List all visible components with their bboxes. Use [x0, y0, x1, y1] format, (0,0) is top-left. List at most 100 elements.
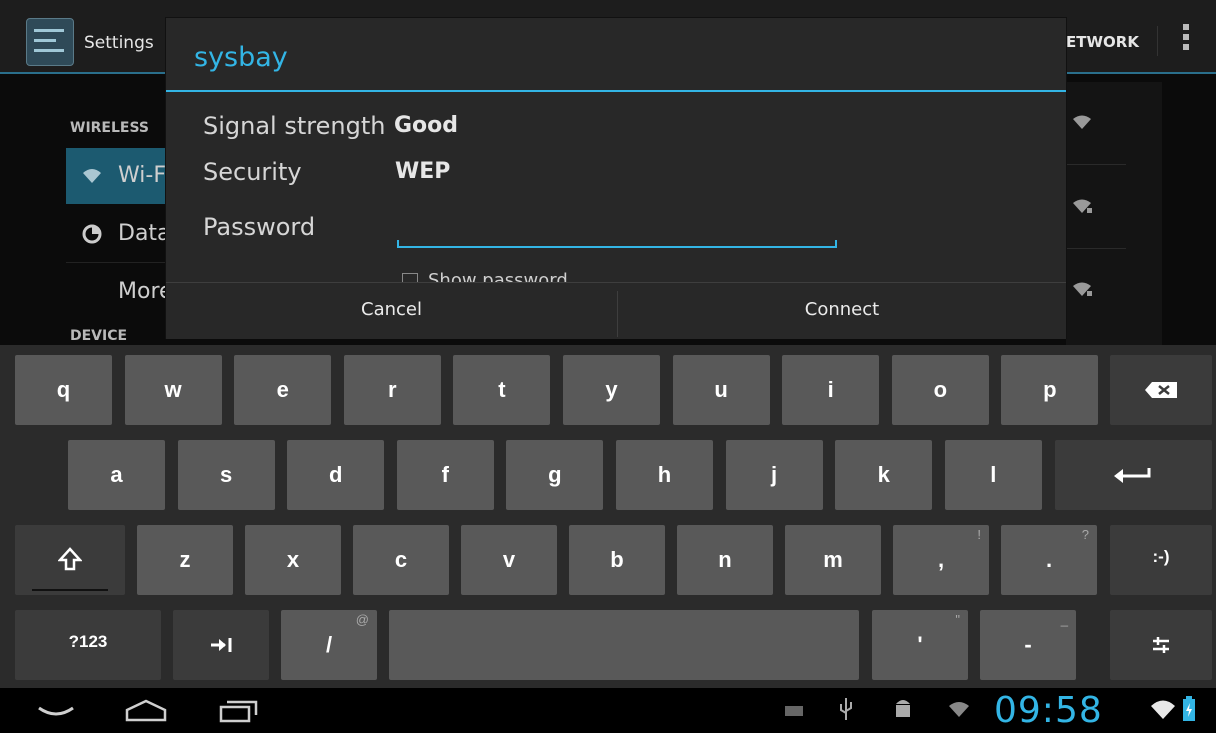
key-t[interactable]: t	[453, 355, 551, 425]
key-hint: "	[955, 612, 960, 627]
key-hint: ?	[1081, 527, 1089, 542]
key-r[interactable]: r	[343, 355, 441, 425]
key-label: '	[917, 632, 923, 657]
key-w[interactable]: w	[124, 355, 222, 425]
key-dash[interactable]: - _	[980, 610, 1076, 680]
key-label: ?123	[68, 632, 108, 651]
enter-key[interactable]	[1055, 440, 1212, 510]
back-down-icon[interactable]	[36, 702, 76, 722]
key-label: s	[219, 462, 233, 487]
soft-keyboard: q w e r t y u i o p a s d f g h j k l z x c v b n m,!.?:-) ?123/@ '…	[0, 345, 1216, 688]
usb-icon	[840, 698, 852, 720]
key-a[interactable]: a	[68, 440, 165, 510]
add-network-button[interactable]: ETWORK	[1066, 33, 1139, 51]
recent-apps-icon[interactable]	[218, 698, 260, 724]
security-label: Security	[203, 158, 302, 186]
settings-sliders-icon	[1153, 637, 1169, 653]
connect-button[interactable]: Connect	[618, 283, 1066, 339]
key-q[interactable]: q	[15, 355, 112, 425]
sidebar-item-label: Wi-Fi	[118, 163, 171, 188]
show-password-label: Show password	[428, 270, 568, 282]
key-label: m	[823, 547, 843, 572]
key-period[interactable]: .?	[1001, 525, 1097, 595]
key-label: x	[286, 547, 300, 572]
wifi-icon	[83, 169, 101, 183]
wifi-connect-dialog: sysbay Signal strength Good Security WEP…	[166, 18, 1066, 339]
key-label: a	[110, 462, 123, 487]
security-value: WEP	[395, 159, 451, 184]
list-divider	[1066, 248, 1126, 249]
wifi-status-icon	[949, 702, 969, 717]
key-m[interactable]: m	[785, 525, 881, 595]
key-apostrophe[interactable]: ' "	[872, 610, 968, 680]
key-label: e	[276, 377, 289, 402]
input-edge-right	[835, 240, 837, 248]
key-label: q	[56, 377, 71, 402]
key-z[interactable]: z	[137, 525, 233, 595]
key-slash[interactable]: / @	[281, 610, 377, 680]
shift-underline	[32, 589, 108, 591]
tab-icon	[211, 638, 232, 652]
dialog-button-bar: Cancel Connect	[166, 282, 1066, 339]
app-title: Settings	[84, 33, 154, 53]
dialog-title-divider	[166, 90, 1066, 92]
key-n[interactable]: n	[677, 525, 773, 595]
input-edge-left	[397, 240, 399, 248]
sidebar-item-label: More	[118, 279, 173, 304]
key-g[interactable]: g	[506, 440, 604, 510]
key-j[interactable]: j	[725, 440, 823, 510]
key-label: .	[1045, 547, 1053, 572]
shift-key[interactable]	[15, 525, 125, 595]
key-comma[interactable]: ,!	[893, 525, 989, 595]
overflow-menu-icon[interactable]	[1183, 24, 1191, 58]
key-h[interactable]: h	[616, 440, 713, 510]
key-label: u	[714, 377, 728, 402]
key-y[interactable]: y	[563, 355, 660, 425]
key-label: ,	[937, 547, 945, 572]
key-label: k	[877, 462, 890, 487]
key-label: w	[164, 377, 182, 402]
keyboard-settings-key[interactable]	[1110, 610, 1212, 680]
backspace-icon	[1145, 382, 1177, 398]
android-debug-icon	[896, 700, 910, 717]
wifi-locked-icon	[1073, 199, 1092, 213]
key-k[interactable]: k	[835, 440, 933, 510]
key-label: z	[179, 547, 191, 572]
key-o[interactable]: o	[891, 355, 989, 425]
signal-strength-value: Good	[394, 113, 459, 138]
symbols-key[interactable]: ?123	[15, 610, 161, 680]
key-c[interactable]: c	[353, 525, 449, 595]
password-label: Password	[203, 213, 316, 241]
smiley-key[interactable]: :-)	[1110, 525, 1212, 595]
list-divider	[1066, 164, 1126, 165]
key-hint: @	[355, 612, 369, 627]
key-p[interactable]: p	[1001, 355, 1099, 425]
dialog-title: sysbay	[194, 42, 288, 73]
settings-app-icon[interactable]	[26, 18, 74, 66]
key-d[interactable]: d	[287, 440, 385, 510]
battery-charging-icon	[1183, 696, 1195, 721]
key-u[interactable]: u	[672, 355, 770, 425]
tab-key[interactable]	[173, 610, 269, 680]
key-l[interactable]: l	[944, 440, 1042, 510]
key-label: n	[718, 547, 732, 572]
key-f[interactable]: f	[396, 440, 494, 510]
data-usage-icon	[82, 224, 102, 244]
device-header: DEVICE	[70, 328, 128, 344]
key-i[interactable]: i	[782, 355, 880, 425]
sidebar-item-label: Data	[118, 221, 171, 246]
wifi-signal-icon	[1073, 115, 1091, 129]
key-v[interactable]: v	[461, 525, 557, 595]
home-icon[interactable]	[124, 698, 168, 722]
cancel-button[interactable]: Cancel	[166, 283, 617, 339]
key-s[interactable]: s	[177, 440, 275, 510]
key-hint: _	[1060, 612, 1068, 627]
key-x[interactable]: x	[245, 525, 341, 595]
key-label: t	[498, 377, 506, 402]
backspace-key[interactable]	[1110, 355, 1212, 425]
password-input[interactable]	[397, 216, 837, 248]
space-key[interactable]	[389, 610, 859, 680]
key-e[interactable]: e	[234, 355, 332, 425]
key-b[interactable]: b	[569, 525, 665, 595]
key-label: y	[605, 377, 618, 402]
